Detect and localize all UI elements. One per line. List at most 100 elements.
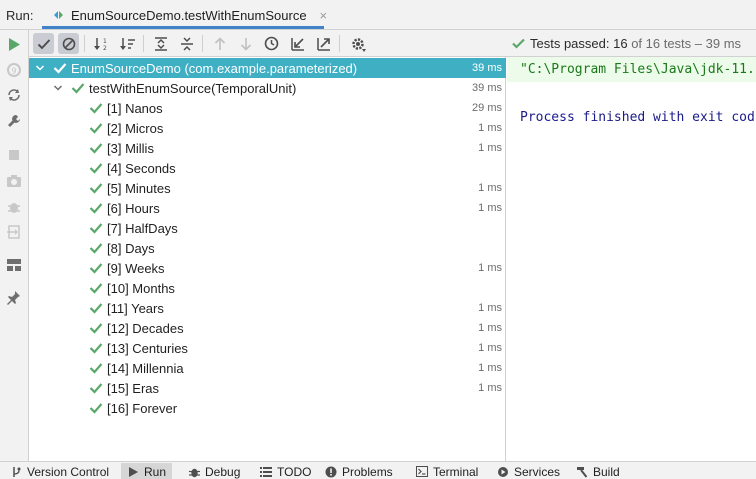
tree-node-duration: 1 ms: [478, 202, 502, 214]
tree-node-duration: 1 ms: [478, 142, 502, 154]
tree-node-duration: 1 ms: [478, 342, 502, 354]
active-tab-underline: [42, 26, 324, 29]
tree-node-label: testWithEnumSource(TemporalUnit): [89, 80, 297, 96]
tree-node-test-case[interactable]: [3] Millis 1 ms: [29, 138, 506, 158]
import-tests-icon[interactable]: [287, 33, 308, 54]
tree-node-test-case[interactable]: [1] Nanos 29 ms: [29, 98, 506, 118]
test-config-icon: [54, 10, 64, 20]
tool-window-bar: Version Control Run Debug TODO Problems …: [0, 461, 756, 479]
run-tab-title: EnumSourceDemo.testWithEnumSource: [71, 7, 307, 23]
expand-all-icon[interactable]: [150, 33, 171, 54]
svg-text:2: 2: [103, 45, 107, 51]
passed-check-icon: [71, 83, 85, 94]
tree-node-duration: 1 ms: [478, 382, 502, 394]
tree-node-duration: 1 ms: [478, 122, 502, 134]
rerun-icon[interactable]: [5, 35, 23, 53]
svg-text:9: 9: [11, 67, 16, 76]
tool-window-label: Problems: [342, 464, 393, 479]
tool-window-problems[interactable]: Problems: [319, 463, 399, 479]
tree-node-label: [5] Minutes: [107, 180, 171, 196]
passed-check-icon: [89, 263, 103, 274]
tree-node-test-method[interactable]: testWithEnumSource(TemporalUnit) 39 ms: [29, 78, 506, 98]
tree-node-label: [6] Hours: [107, 200, 160, 216]
tree-node-test-case[interactable]: [16] Forever: [29, 398, 506, 418]
tree-node-test-case[interactable]: [14] Millennia 1 ms: [29, 358, 506, 378]
list-icon: [260, 466, 272, 478]
tool-window-services[interactable]: Services: [491, 463, 566, 479]
tool-window-label: TODO: [277, 464, 312, 479]
tree-node-label: [12] Decades: [107, 320, 184, 336]
rerun-failed-icon: 9: [5, 61, 23, 79]
tool-window-label: Run: [144, 464, 167, 479]
tree-node-test-case[interactable]: [9] Weeks 1 ms: [29, 258, 506, 278]
tree-node-label: [14] Millennia: [107, 360, 184, 376]
sort-by-duration-icon[interactable]: [117, 33, 138, 54]
chevron-down-icon[interactable]: [35, 63, 45, 73]
tree-node-test-case[interactable]: [10] Months: [29, 278, 506, 298]
previous-failed-icon: [209, 33, 230, 54]
test-history-icon[interactable]: [261, 33, 282, 54]
run-side-toolbar: 9: [0, 30, 29, 461]
passed-check-icon: [89, 403, 103, 414]
tool-window-todo[interactable]: TODO: [254, 463, 317, 479]
debug-bug-icon: [5, 198, 23, 216]
tree-node-duration: 29 ms: [472, 102, 502, 114]
hammer-icon: [576, 466, 588, 478]
tree-node-label: [3] Millis: [107, 140, 154, 156]
show-ignored-icon[interactable]: [58, 33, 79, 54]
settings-gear-icon[interactable]: [347, 33, 368, 54]
tree-node-label: [2] Micros: [107, 120, 164, 136]
tree-node-label: [11] Years: [107, 300, 164, 316]
tool-window-debug[interactable]: Debug: [182, 463, 246, 479]
stop-icon: [5, 146, 23, 164]
test-runner-toolbar: 12: [29, 30, 506, 57]
sort-alphabetically-icon[interactable]: 12: [91, 33, 112, 54]
tool-window-build[interactable]: Build: [570, 463, 626, 479]
close-tab-icon[interactable]: ×: [320, 8, 328, 23]
next-failed-icon: [235, 33, 256, 54]
warning-icon: [325, 466, 337, 478]
tree-node-test-case[interactable]: [15] Eras 1 ms: [29, 378, 506, 398]
collapse-all-icon[interactable]: [176, 33, 197, 54]
chevron-down-icon[interactable]: [53, 83, 63, 93]
tree-node-label: [7] HalfDays: [107, 220, 178, 236]
tree-node-test-case[interactable]: [13] Centuries 1 ms: [29, 338, 506, 358]
layout-icon[interactable]: [5, 256, 23, 274]
tool-window-label: Build: [593, 464, 620, 479]
tree-node-test-case[interactable]: [7] HalfDays: [29, 218, 506, 238]
tree-node-test-case[interactable]: [11] Years 1 ms: [29, 298, 506, 318]
tree-node-test-case[interactable]: [2] Micros 1 ms: [29, 118, 506, 138]
test-results-tree: EnumSourceDemo (com.example.parameterize…: [29, 57, 506, 461]
tree-node-test-case[interactable]: [8] Days: [29, 238, 506, 258]
tool-window-label: Terminal: [433, 464, 479, 479]
tree-node-label: [4] Seconds: [107, 160, 176, 176]
pin-icon[interactable]: [5, 289, 23, 307]
passed-check-icon: [89, 103, 103, 114]
tool-window-run[interactable]: Run: [121, 463, 173, 479]
tool-window-terminal[interactable]: Terminal: [410, 463, 484, 479]
passed-check-icon: [89, 283, 103, 294]
toggle-auto-test-icon[interactable]: [5, 86, 23, 104]
passed-check-icon: [89, 323, 103, 334]
passed-check-icon: [89, 123, 103, 134]
tool-window-label: Version Control: [27, 464, 110, 479]
tree-node-label: [1] Nanos: [107, 100, 163, 116]
tree-node-duration: 39 ms: [472, 82, 502, 94]
passed-check-icon: [89, 363, 103, 374]
tree-node-label: [13] Centuries: [107, 340, 188, 356]
tree-node-test-case[interactable]: [4] Seconds: [29, 158, 506, 178]
console-output[interactable]: "C:\Program Files\Java\jdk-11. Process f…: [507, 57, 756, 461]
wrench-icon[interactable]: [5, 112, 23, 130]
passed-check-icon: [89, 223, 103, 234]
tree-node-test-case[interactable]: [5] Minutes 1 ms: [29, 178, 506, 198]
tree-node-test-case[interactable]: [6] Hours 1 ms: [29, 198, 506, 218]
tree-node-duration: 1 ms: [478, 322, 502, 334]
tool-window-version-control[interactable]: Version Control: [4, 463, 115, 479]
tree-node-label: [16] Forever: [107, 400, 178, 416]
export-tests-icon[interactable]: [313, 33, 334, 54]
tree-node-label: EnumSourceDemo (com.example.parameterize…: [71, 60, 358, 76]
tree-node-test-class[interactable]: EnumSourceDemo (com.example.parameterize…: [29, 58, 506, 78]
tree-node-test-case[interactable]: [12] Decades 1 ms: [29, 318, 506, 338]
tree-node-label: [8] Days: [107, 240, 155, 256]
show-passed-icon[interactable]: [33, 33, 54, 54]
